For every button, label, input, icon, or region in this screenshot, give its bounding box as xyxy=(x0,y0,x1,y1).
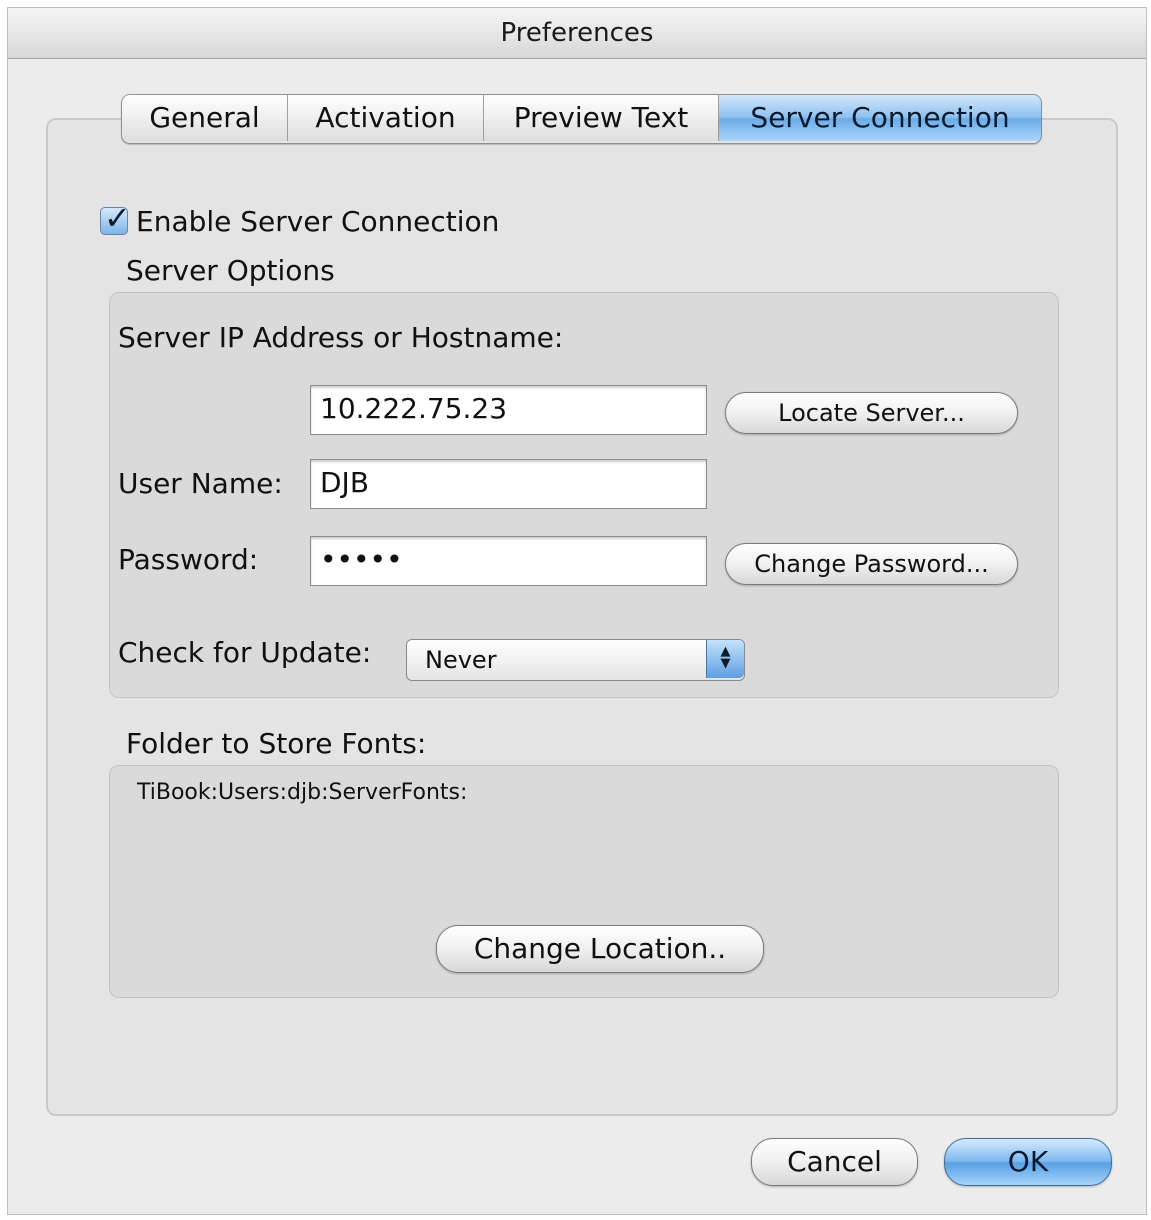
checkmark-icon: ✓ xyxy=(104,199,131,237)
password-label: Password: xyxy=(118,543,259,576)
update-frequency-value: Never xyxy=(425,646,497,674)
tab-bar: General Activation Preview Text Server C… xyxy=(121,94,1042,144)
fonts-folder-path: TiBook:Users:djb:ServerFonts: xyxy=(137,780,468,805)
window-title: Preferences xyxy=(8,8,1146,59)
preferences-window: Preferences General Activation Preview T… xyxy=(7,7,1147,1215)
locate-server-button[interactable]: Locate Server... xyxy=(725,392,1018,434)
up-down-arrows-icon: ▲ ▼ xyxy=(706,640,744,678)
user-name-input[interactable]: DJB xyxy=(310,459,707,509)
host-input[interactable]: 10.222.75.23 xyxy=(310,385,707,435)
fonts-folder-group: TiBook:Users:djb:ServerFonts: Change Loc… xyxy=(109,765,1059,998)
enable-server-checkbox[interactable]: ✓ xyxy=(100,199,131,237)
enable-server-row: ✓ Enable Server Connection xyxy=(100,199,500,241)
host-label: Server IP Address or Hostname: xyxy=(118,321,564,354)
fonts-folder-title: Folder to Store Fonts: xyxy=(126,727,427,760)
ok-button[interactable]: OK xyxy=(944,1138,1112,1186)
update-frequency-select[interactable]: Never ▲ ▼ xyxy=(406,639,745,681)
tab-general[interactable]: General xyxy=(122,95,288,141)
change-password-button[interactable]: Change Password... xyxy=(725,543,1018,585)
tab-server-connection[interactable]: Server Connection xyxy=(719,95,1041,141)
enable-server-label: Enable Server Connection xyxy=(136,204,500,238)
tab-activation[interactable]: Activation xyxy=(288,95,484,141)
change-location-button[interactable]: Change Location.. xyxy=(436,925,764,973)
server-options-group: Server IP Address or Hostname: 10.222.75… xyxy=(109,292,1059,698)
cancel-button[interactable]: Cancel xyxy=(751,1138,918,1186)
password-input[interactable]: ••••• xyxy=(310,536,707,586)
update-label: Check for Update: xyxy=(118,636,372,669)
user-name-label: User Name: xyxy=(118,467,283,500)
server-options-title: Server Options xyxy=(126,254,335,287)
tab-preview-text[interactable]: Preview Text xyxy=(484,95,719,141)
